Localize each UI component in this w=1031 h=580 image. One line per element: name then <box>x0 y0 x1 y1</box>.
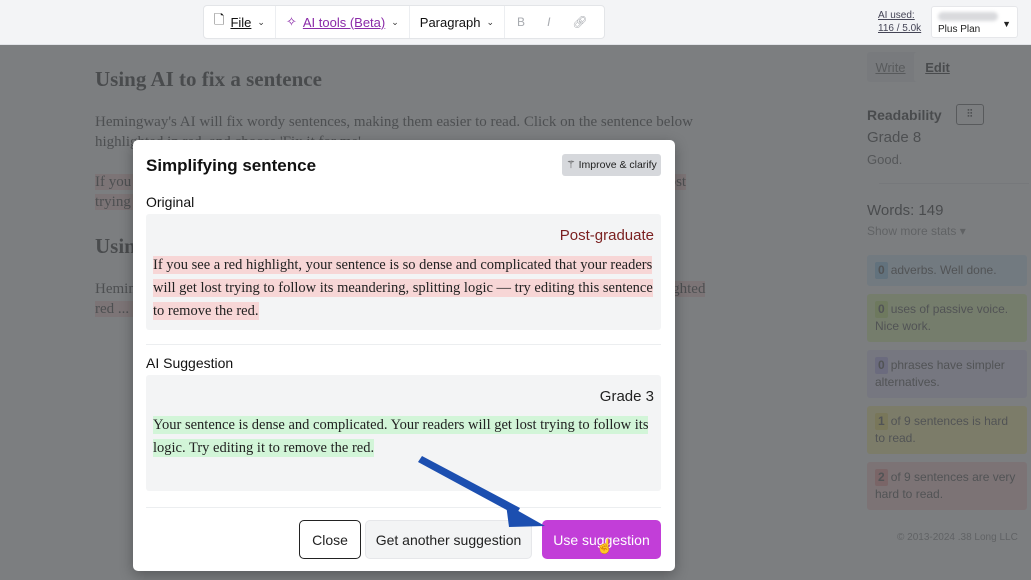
improve-clarify-label: Improve & clarify <box>578 159 657 171</box>
original-sentence: If you see a red highlight, your sentenc… <box>153 256 653 320</box>
suggestion-text: Your sentence is dense and complicated. … <box>153 414 653 460</box>
file-menu-label[interactable]: File <box>230 15 251 30</box>
suggestion-grade: Grade 3 <box>599 388 654 405</box>
editor-toolbar: 🗋 File ⌄ ✧ AI tools (Beta) ⌄ Paragraph ⌄… <box>203 5 605 39</box>
format-group: B I 🔗︎ <box>505 6 600 38</box>
plan-name: Plus Plan <box>938 24 981 35</box>
ai-tools-menu[interactable]: ✧ AI tools (Beta) ⌄ <box>276 6 410 38</box>
original-grade: Post-graduate <box>559 227 654 244</box>
original-text: If you see a red highlight, your sentenc… <box>153 254 653 323</box>
account-menu[interactable]: Plus Plan ▼ <box>931 6 1018 38</box>
divider <box>146 344 661 345</box>
chevron-down-icon: ⌄ <box>486 16 495 27</box>
close-button[interactable]: Close <box>299 520 361 559</box>
paragraph-label[interactable]: Paragraph <box>420 15 481 30</box>
divider <box>146 507 661 508</box>
original-panel: Post-graduate If you see a red highlight… <box>146 214 661 330</box>
paragraph-select[interactable]: Paragraph ⌄ <box>410 6 506 38</box>
ai-suggestion-label: AI Suggestion <box>146 355 234 371</box>
improve-clarify-button[interactable]: ⚚ Improve & clarify <box>562 154 661 176</box>
file-icon: 🗋 <box>214 12 225 27</box>
file-menu[interactable]: 🗋 File ⌄ <box>204 6 276 38</box>
simplify-dialog: Simplifying sentence ⚚ Improve & clarify… <box>133 140 675 571</box>
suggested-sentence: Your sentence is dense and complicated. … <box>153 416 649 457</box>
ai-usage[interactable]: AI used: 116 / 5.0k <box>878 9 921 35</box>
link-icon[interactable]: 🔗︎ <box>564 15 595 29</box>
ai-tools-label[interactable]: AI tools (Beta) <box>303 15 385 30</box>
italic-button[interactable]: I <box>539 15 558 29</box>
sparkle-icon: ✧ <box>285 14 297 29</box>
suggestion-panel: Grade 3 Your sentence is dense and compl… <box>146 375 661 491</box>
chevron-down-icon: ⌄ <box>257 16 265 27</box>
wand-icon: ⚚ <box>566 159 576 171</box>
get-another-suggestion-button[interactable]: Get another suggestion <box>365 520 532 559</box>
dialog-title: Simplifying sentence <box>146 156 317 175</box>
account-name-blurred <box>938 12 998 21</box>
bold-button[interactable]: B <box>509 15 533 29</box>
original-label: Original <box>146 194 195 210</box>
hand-cursor-icon: ☝ <box>596 538 614 554</box>
ai-used-value: 116 / 5.0k <box>878 23 922 34</box>
caret-down-icon: ▼ <box>1002 19 1011 29</box>
ai-used-label: AI used: <box>878 10 915 21</box>
top-bar: 🗋 File ⌄ ✧ AI tools (Beta) ⌄ Paragraph ⌄… <box>0 0 1031 45</box>
chevron-down-icon: ⌄ <box>391 16 399 27</box>
